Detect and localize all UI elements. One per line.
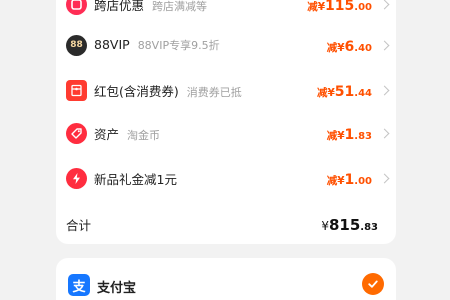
asset-tag-icon xyxy=(66,122,87,144)
row-assets[interactable]: 资产 淘金币 减¥1.83 xyxy=(56,115,396,151)
cross-store-icon xyxy=(66,0,87,15)
row-label: 红包(含消费券) 消费券已抵 xyxy=(94,83,242,99)
payment-method-card[interactable]: 支 支付宝 xyxy=(56,258,396,300)
row-label: 新品礼金减1元 xyxy=(94,171,177,187)
row-label: 跨店优惠 跨店满减等 xyxy=(94,0,208,13)
row-cross-store-discount[interactable]: 跨店优惠 跨店满减等 减¥115.00 xyxy=(56,0,396,22)
row-88vip[interactable]: 88 88VIP 88VIP专享9.5折 减¥6.40 xyxy=(56,27,396,63)
row-label: 88VIP 88VIP专享9.5折 xyxy=(94,37,220,52)
discount-amount: 减¥6.40 xyxy=(326,38,372,55)
chevron-right-icon xyxy=(379,85,390,95)
discount-amount: 减¥115.00 xyxy=(307,0,372,14)
chevron-right-icon xyxy=(379,0,390,9)
chevron-right-icon xyxy=(379,173,390,183)
payment-method-label: 支付宝 xyxy=(97,281,137,296)
discount-amount: 减¥1.00 xyxy=(326,171,372,188)
total-label: 合计 xyxy=(66,217,92,233)
vip-88-icon: 88 xyxy=(66,34,87,56)
lightning-icon xyxy=(66,167,87,189)
checkmark-icon[interactable] xyxy=(362,273,384,295)
row-new-product-gift[interactable]: 新品礼金减1元 减¥1.00 xyxy=(56,160,396,196)
discount-amount: 减¥1.83 xyxy=(326,126,372,143)
row-red-packet[interactable]: 红包(含消费券) 消费券已抵 减¥51.44 xyxy=(56,72,396,108)
discount-card: 跨店优惠 跨店满减等 减¥115.00 88 88VIP 88VIP专享9.5折 减… xyxy=(56,0,396,244)
alipay-icon: 支 xyxy=(68,274,90,296)
discount-amount: 减¥51.44 xyxy=(316,83,372,100)
row-label: 资产 淘金币 xyxy=(94,126,161,142)
chevron-right-icon xyxy=(379,40,390,50)
total-amount: ¥815.83 xyxy=(321,215,378,234)
chevron-right-icon xyxy=(379,128,390,138)
red-packet-icon xyxy=(66,79,87,101)
total-row: 合计 ¥815.83 xyxy=(56,206,396,242)
